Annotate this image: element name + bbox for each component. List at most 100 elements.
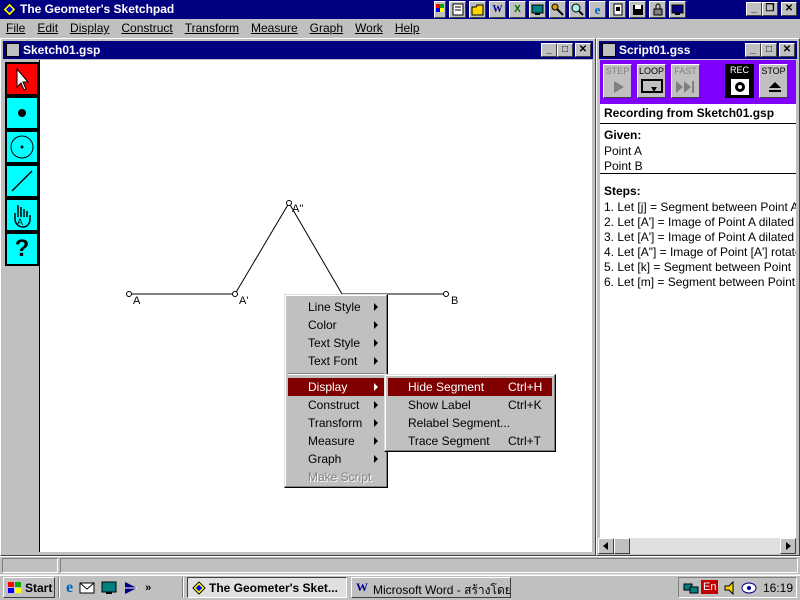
- menu-transform[interactable]: Transform: [179, 19, 245, 38]
- menu-edit[interactable]: Edit: [31, 19, 64, 38]
- menu-item-text-font[interactable]: Text Font: [288, 352, 384, 370]
- ie-icon[interactable]: e: [66, 579, 73, 597]
- word-icon: W: [356, 580, 368, 594]
- object-info-tool[interactable]: ?: [5, 232, 39, 266]
- task-label: Microsoft Word - สร้างโดย...: [373, 583, 511, 597]
- menu-work[interactable]: Work: [349, 19, 389, 38]
- point-a[interactable]: [126, 291, 132, 297]
- submenu-item-show-label[interactable]: Show Label Ctrl+K: [388, 396, 552, 414]
- label-aprime: A': [239, 295, 248, 307]
- script-doc-icon: [602, 43, 616, 57]
- record-icon: [731, 79, 749, 95]
- step-item[interactable]: 3. Let [A'] = Image of Point A dilated: [600, 230, 796, 245]
- step-item[interactable]: 2. Let [A'] = Image of Point A dilated: [600, 215, 796, 230]
- speaker-icon[interactable]: [723, 581, 739, 595]
- submenu-item-trace-segment[interactable]: Trace Segment Ctrl+T: [388, 432, 552, 450]
- given-item[interactable]: Point A: [600, 144, 796, 159]
- app-restore-button[interactable]: ❐: [762, 2, 778, 16]
- menubar: File Edit Display Construct Transform Me…: [0, 19, 800, 38]
- ie-icon[interactable]: e: [589, 1, 606, 18]
- app-minimize-button[interactable]: _: [746, 2, 762, 16]
- doc-icon[interactable]: [609, 1, 626, 18]
- given-item[interactable]: Point B: [600, 159, 796, 173]
- menu-item-line-style[interactable]: Line Style: [288, 298, 384, 316]
- clock[interactable]: 16:19: [763, 581, 793, 595]
- record-button[interactable]: REC: [725, 64, 754, 98]
- sketch-title: Sketch01.gsp: [23, 43, 101, 57]
- script-minimize-button[interactable]: _: [745, 43, 761, 57]
- start-button[interactable]: Start: [3, 577, 55, 598]
- office-shortcut-icon[interactable]: [434, 1, 446, 18]
- point-tool[interactable]: [5, 96, 39, 130]
- script-maximize-button[interactable]: □: [761, 43, 777, 57]
- point-aprime[interactable]: [232, 291, 238, 297]
- menu-item-text-style[interactable]: Text Style: [288, 334, 384, 352]
- menu-measure[interactable]: Measure: [245, 19, 304, 38]
- app-close-button[interactable]: ✕: [781, 2, 797, 16]
- submenu-item-hide-segment[interactable]: Hide Segment Ctrl+H: [388, 378, 552, 396]
- steps-section: Steps: 1. Let [j] = Segment between Poin…: [600, 174, 796, 294]
- sketch-close-button[interactable]: ✕: [575, 43, 591, 57]
- point-b[interactable]: [443, 291, 449, 297]
- menu-item-construct[interactable]: Construct: [288, 396, 384, 414]
- step-item[interactable]: 6. Let [m] = Segment between Point: [600, 275, 796, 290]
- scroll-left-button[interactable]: [598, 538, 614, 554]
- search-icon[interactable]: [569, 1, 586, 18]
- display-icon[interactable]: [529, 1, 546, 18]
- language-indicator[interactable]: En: [701, 580, 719, 594]
- scroll-right-button[interactable]: [780, 538, 796, 554]
- script-close-button[interactable]: ✕: [779, 43, 795, 57]
- arrow-left-icon: [603, 542, 608, 550]
- text-tool[interactable]: A: [5, 198, 39, 232]
- segment-tool[interactable]: [5, 164, 39, 198]
- quick-launch-bar: W X e: [434, 1, 686, 18]
- line-icon: [11, 170, 33, 192]
- menu-construct[interactable]: Construct: [115, 19, 178, 38]
- task-word[interactable]: W Microsoft Word - สร้างโดย...: [351, 577, 511, 598]
- fast-button[interactable]: FAST: [671, 64, 700, 98]
- steps-header: Steps:: [604, 184, 641, 198]
- stop-button[interactable]: STOP: [759, 64, 788, 98]
- step-button[interactable]: STEP: [603, 64, 632, 98]
- selection-arrow-tool[interactable]: [5, 62, 39, 96]
- messenger-icon[interactable]: [741, 581, 757, 595]
- sketch-minimize-button[interactable]: _: [541, 43, 557, 57]
- menu-item-display[interactable]: Display: [288, 378, 384, 396]
- menu-item-color[interactable]: Color: [288, 316, 384, 334]
- segment-adouble-right[interactable]: [288, 202, 343, 295]
- loop-button[interactable]: LOOP: [637, 64, 666, 98]
- menu-item-transform[interactable]: Transform: [288, 414, 384, 432]
- sketch-maximize-button[interactable]: □: [557, 43, 573, 57]
- step-item[interactable]: 4. Let [A"] = Image of Point [A'] rotate…: [600, 245, 796, 260]
- show-desktop-icon[interactable]: [101, 580, 117, 596]
- point-adouble[interactable]: [286, 200, 292, 206]
- channels-icon[interactable]: [123, 580, 139, 596]
- task-label: The Geometer's Sket...: [209, 581, 338, 595]
- circle-tool[interactable]: [5, 130, 39, 164]
- scroll-thumb[interactable]: [614, 538, 630, 554]
- segment-aprime-adouble[interactable]: [234, 202, 290, 295]
- menu-item-make-script: Make Script: [308, 470, 372, 484]
- monitor-icon[interactable]: [669, 1, 686, 18]
- notepad-icon[interactable]: [449, 1, 466, 18]
- excel-icon[interactable]: X: [509, 1, 526, 18]
- submenu-item-relabel-segment[interactable]: Relabel Segment...: [388, 414, 552, 432]
- more-icon[interactable]: »: [145, 582, 151, 594]
- menu-file[interactable]: File: [0, 19, 31, 38]
- menu-graph[interactable]: Graph: [304, 19, 349, 38]
- floppy-icon[interactable]: [629, 1, 646, 18]
- word-icon[interactable]: W: [489, 1, 506, 18]
- key-icon[interactable]: [549, 1, 566, 18]
- script-horizontal-scrollbar[interactable]: [598, 538, 796, 554]
- step-item[interactable]: 5. Let [k] = Segment between Point: [600, 260, 796, 275]
- menu-item-measure[interactable]: Measure: [288, 432, 384, 450]
- network-icon[interactable]: [683, 581, 699, 595]
- outlook-icon[interactable]: [79, 580, 95, 596]
- menu-help[interactable]: Help: [389, 19, 426, 38]
- task-sketchpad[interactable]: The Geometer's Sket...: [187, 577, 347, 598]
- menu-display[interactable]: Display: [64, 19, 115, 38]
- folder-icon[interactable]: [469, 1, 486, 18]
- lock-icon[interactable]: [649, 1, 666, 18]
- menu-item-graph[interactable]: Graph: [288, 450, 384, 468]
- step-item[interactable]: 1. Let [j] = Segment between Point A: [600, 200, 796, 215]
